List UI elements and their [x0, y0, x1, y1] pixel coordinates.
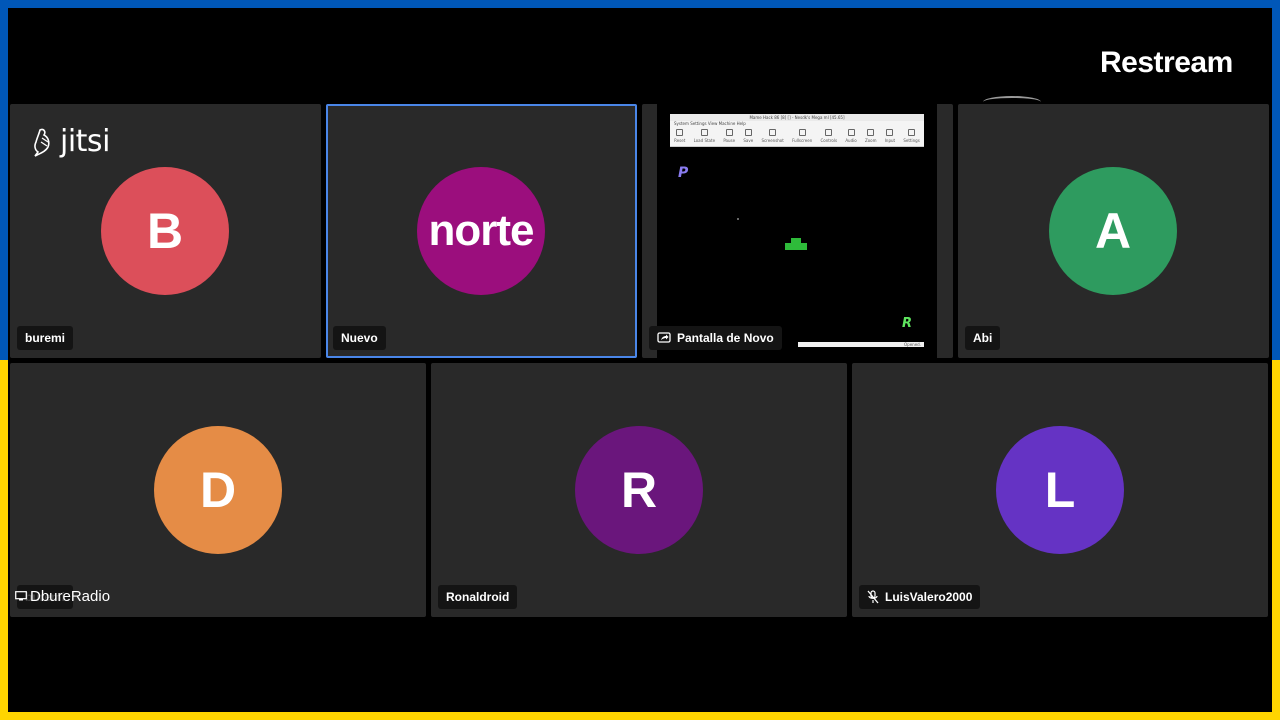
emulator-tool: Controls	[821, 129, 837, 143]
emulator-tool: Load State	[694, 129, 715, 143]
conference-stage: Restream jitsi B buremi norte Nuevo Mame…	[8, 8, 1272, 712]
participant-tile-screen-share[interactable]: Mame Hack 86 [8] [] - Nesdk's Mega ml [4…	[642, 104, 953, 358]
participant-name-tag: LuisValero2000	[859, 585, 981, 609]
emulator-tool: Input	[885, 129, 895, 143]
avatar: D	[154, 426, 282, 554]
jitsi-wordmark: jitsi	[60, 124, 110, 159]
jitsi-bird-icon	[34, 128, 50, 157]
avatar: A	[1049, 167, 1177, 295]
emulator-tool: Settings	[903, 129, 920, 143]
participant-name-tag: Ronaldroid	[438, 585, 518, 609]
participant-tile-dbureradio[interactable]: D buremi DbureRadio	[10, 363, 426, 617]
screen-share-icon	[657, 332, 671, 343]
participant-tile-nuevo[interactable]: norte Nuevo	[326, 104, 637, 358]
participant-name-tag: Nuevo	[333, 326, 386, 350]
participant-tile-luisvalero2000[interactable]: L LuisValero2000	[852, 363, 1268, 617]
mic-muted-icon	[867, 590, 879, 604]
screen-share-video: Mame Hack 86 [8] [] - Nesdk's Mega ml [4…	[657, 104, 937, 358]
game-logo-r: R	[902, 316, 912, 331]
avatar: B	[101, 167, 229, 295]
emulator-tool: Save	[743, 129, 753, 143]
emulator-tool: Zoom	[865, 129, 876, 143]
participant-name: Ronaldroid	[446, 590, 510, 604]
avatar: norte	[417, 167, 545, 295]
game-sprite-ship	[785, 243, 807, 250]
emulator-title-bar: Mame Hack 86 [8] [] - Nesdk's Mega ml [4…	[670, 114, 924, 121]
desktop-share-name: DbureRadio	[30, 588, 111, 605]
restream-logo: Restream	[1100, 46, 1233, 79]
emulator-tool: Screenshot	[761, 129, 784, 143]
desktop-share-label: DbureRadio	[15, 588, 110, 605]
emulator-tool: Audio	[845, 129, 857, 143]
participant-name-tag: buremi	[17, 326, 74, 350]
desktop-icon	[15, 591, 27, 601]
avatar: L	[996, 426, 1124, 554]
participant-name: Nuevo	[341, 331, 378, 345]
participant-name: buremi	[25, 331, 66, 345]
emulator-tool: Reset	[674, 129, 685, 143]
participant-name: Abi	[973, 331, 993, 345]
emulator-tool: Fullscreen	[792, 129, 812, 143]
participant-name: LuisValero2000	[885, 590, 973, 604]
emulator-window: Mame Hack 86 [8] [] - Nesdk's Mega ml [4…	[670, 114, 924, 347]
participant-name-tag: Pantalla de Novo	[649, 326, 782, 350]
jitsi-logo: jitsi	[32, 124, 110, 159]
avatar: R	[575, 426, 703, 554]
emulator-toolbar: Reset Load State Pause Save Screenshot F…	[670, 126, 924, 147]
participant-tile-abi[interactable]: A Abi	[958, 104, 1269, 358]
game-logo-p: P	[678, 165, 689, 181]
emulator-status-bar: Opened.	[798, 342, 924, 347]
participant-name: Pantalla de Novo	[677, 331, 774, 345]
game-screen: P R	[678, 165, 912, 331]
participant-tile-ronaldroid[interactable]: R Ronaldroid	[431, 363, 847, 617]
participant-name-tag: Abi	[965, 326, 1001, 350]
participant-tile-buremi[interactable]: jitsi B buremi	[10, 104, 321, 358]
game-dot	[737, 218, 739, 220]
game-sprite-ship-top	[791, 238, 801, 243]
emulator-tool: Pause	[723, 129, 735, 143]
